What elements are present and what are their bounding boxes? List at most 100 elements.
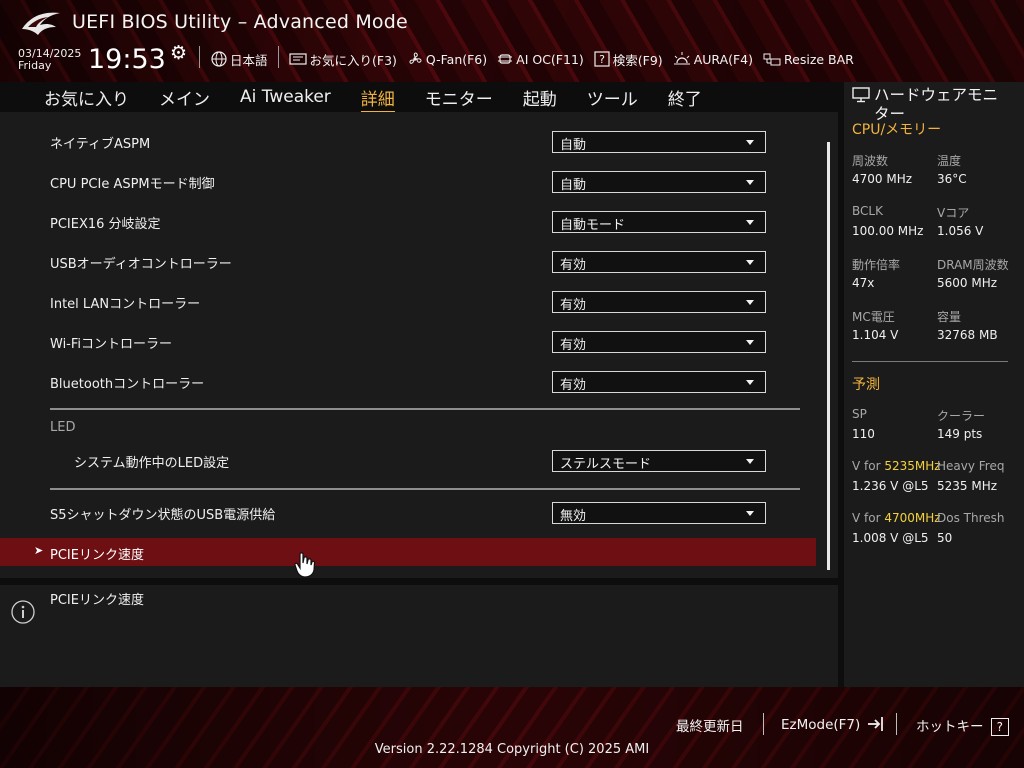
ezmode-label: EzMode(F7) [781,717,861,733]
setting-label: Intel LANコントローラー [50,297,201,312]
help-panel: PCIEリンク速度 [0,585,838,687]
setting-dropdown[interactable]: 自動モード [552,211,766,233]
hw-value: 32768 MB [937,328,998,342]
hw-divider [852,361,1008,362]
tab-exit[interactable]: 終了 [668,85,702,110]
prediction-heading: 予測 [852,377,880,393]
v-for-freq: 4700MHz [884,511,941,525]
dropdown-value: 無効 [560,509,587,524]
last-modified-button[interactable]: 最終更新日 [676,715,744,735]
hw-value: 5600 MHz [937,276,998,290]
scrollbar[interactable] [827,142,830,570]
tab-tool[interactable]: ツール [587,85,638,110]
setting-label: ネイティブASPM [50,137,151,152]
favorites-button[interactable]: お気に入り(F3) [288,48,397,70]
hw-key: SP [852,407,867,421]
app-title: UEFI BIOS Utility – Advanced Mode [72,11,408,33]
resize-bar-button[interactable]: Resize BAR [763,48,854,70]
ai-oc-button[interactable]: AI OC(F11) [497,48,584,70]
aura-button[interactable]: AURA(F4) [673,48,753,70]
hw-value: 1.236 V @L5 [852,479,929,493]
dropdown-value: 有効 [560,298,587,313]
dropdown-value: 有効 [560,338,587,353]
hw-key: 動作倍率 [852,258,901,272]
v-for-prefix: V for [852,511,881,525]
hw-key: クーラー [937,409,986,423]
hw-value: 4700 MHz [852,172,913,186]
setting-dropdown[interactable]: 自動 [552,131,766,153]
setting-label: Bluetoothコントローラー [50,377,205,392]
globe-icon [211,51,227,67]
resize-bar-label: Resize BAR [784,51,854,67]
setting-label: Wi-Fiコントローラー [50,337,173,352]
hw-key: 周波数 [852,154,889,168]
dropdown-value: 自動 [560,138,587,153]
submenu-label: PCIEリンク速度 [50,548,144,563]
hw-value: 1.104 V [852,328,899,342]
hw-key: MC電圧 [852,310,895,324]
qfan-button[interactable]: Q-Fan(F6) [407,48,487,70]
hw-value: 5235 MHz [937,479,998,493]
usb-power-dropdown[interactable]: 無効 [552,502,766,524]
setting-dropdown[interactable]: 自動 [552,171,766,193]
hw-key: V for 5235MHz [852,459,941,473]
favorites-icon [288,53,307,65]
version-info: Version 2.22.1284 Copyright (C) 2025 AMI [374,742,650,757]
hw-key: Heavy Freq [937,459,1005,473]
toolbar-divider [277,46,279,68]
search-help-icon: ? [594,51,610,67]
dropdown-value: 有効 [560,378,587,393]
led-setting-label: システム動作中のLED設定 [74,456,230,471]
chevron-down-icon [746,180,754,185]
hw-value: 149 pts [937,427,983,441]
hw-key: 容量 [937,310,962,324]
tab-ai-tweaker[interactable]: Ai Tweaker [240,87,331,107]
aura-label: AURA(F4) [693,51,754,67]
settings-panel: ネイティブASPM 自動 CPU PCIe ASPMモード制御 自動 PCIEX… [0,112,838,578]
hardware-monitor-panel: ハードウェアモニター CPU/メモリー 周波数 温度 4700 MHz 36°C… [844,82,1024,687]
hw-key: V for 4700MHz [852,511,941,525]
setting-dropdown[interactable]: 有効 [552,331,766,353]
monitor-icon [852,87,870,103]
hw-key: 温度 [937,154,962,168]
chevron-down-icon [746,260,754,265]
chevron-down-icon [746,300,754,305]
setting-dropdown[interactable]: 有効 [552,291,766,313]
language-button[interactable]: 日本語 [211,48,268,70]
header-divider [199,46,200,68]
dropdown-value: 有効 [560,258,587,273]
hw-value: 1.056 V [937,224,984,238]
footer-divider [763,713,764,735]
tab-main[interactable]: メイン [159,85,210,110]
setting-dropdown[interactable]: 有効 [552,371,766,393]
chevron-down-icon [746,511,754,516]
tab-favorites[interactable]: お気に入り [44,85,129,110]
tab-boot[interactable]: 起動 [523,85,557,110]
ezmode-button[interactable]: EzMode(F7) [781,715,887,733]
chevron-down-icon [746,220,754,225]
section-divider [50,408,800,410]
dropdown-value: 自動モード [560,218,626,233]
resize-bar-icon [763,53,781,66]
hotkeys-label: ホットキー [916,719,984,735]
chevron-down-icon [746,340,754,345]
setting-dropdown[interactable]: 有効 [552,251,766,273]
led-section-heading: LED [50,420,76,435]
v-for-prefix: V for [852,459,881,473]
tab-advanced[interactable]: 詳細 [360,85,395,113]
dropdown-value: ステルスモード [560,457,652,472]
dropdown-value: 自動 [560,178,587,193]
section-divider [50,488,800,490]
gear-icon[interactable]: ⚙ [170,42,187,64]
qfan-label: Q-Fan(F6) [425,51,488,67]
setting-label: CPU PCIe ASPMモード制御 [50,177,215,192]
footer-bar: 最終更新日 EzMode(F7) ホットキー ? Version 2.22.12… [0,687,1024,768]
tab-monitor[interactable]: モニター [425,85,493,110]
v-for-freq: 5235MHz [884,459,941,473]
pcie-link-speed-submenu[interactable]: ➤ PCIEリンク速度 [0,538,816,566]
hw-key: Vコア [937,206,970,220]
hw-key: Dos Thresh [937,511,1005,525]
led-setting-dropdown[interactable]: ステルスモード [552,450,766,472]
search-button[interactable]: ? 検索(F9) [594,48,663,70]
hotkeys-button[interactable]: ホットキー ? [916,715,1009,736]
